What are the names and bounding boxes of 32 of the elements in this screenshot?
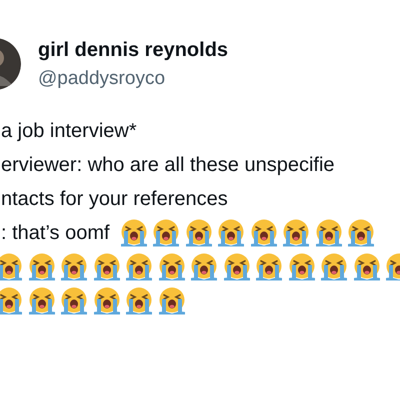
crying-face-icon: [320, 253, 348, 281]
crying-face-icon: [125, 287, 153, 315]
crying-face-icon: [217, 219, 246, 247]
post-text: a job interview*: [0, 120, 137, 142]
display-name[interactable]: girl dennis reynolds: [38, 38, 228, 62]
crying-face-icon: [184, 219, 213, 247]
crying-face-icon: [152, 219, 180, 247]
crying-face-icon: [92, 253, 120, 281]
crying-face-icon: [190, 253, 218, 281]
crying-face-icon: [60, 253, 88, 281]
crying-face-icon: [314, 219, 343, 247]
crying-face-icon: [255, 253, 283, 281]
crying-face-icon: [125, 253, 153, 281]
crying-face-icon: [0, 253, 23, 281]
post-text: erviewer: who are all these unspecifie: [0, 154, 335, 176]
username[interactable]: @paddysroyco: [38, 68, 228, 90]
crying-face-icon: [250, 219, 278, 247]
crying-face-icon: [288, 253, 316, 281]
crying-face-icon: [158, 253, 186, 281]
crying-face-icon: [60, 287, 88, 315]
post-text: ntacts for your references: [0, 188, 228, 210]
crying-face-icon: [282, 219, 310, 247]
crying-face-icon: [352, 253, 380, 281]
crying-face-icon: [28, 287, 56, 315]
crying-face-icon: [0, 287, 23, 315]
crying-face-icon: [120, 219, 148, 247]
crying-face-icon: [222, 253, 250, 281]
post-text: : that’s oomf: [0, 222, 110, 244]
crying-face-icon: [92, 287, 120, 315]
crying-face-icon: [28, 253, 56, 281]
crying-face-icon: [158, 287, 186, 315]
crying-face-icon: [347, 219, 376, 247]
